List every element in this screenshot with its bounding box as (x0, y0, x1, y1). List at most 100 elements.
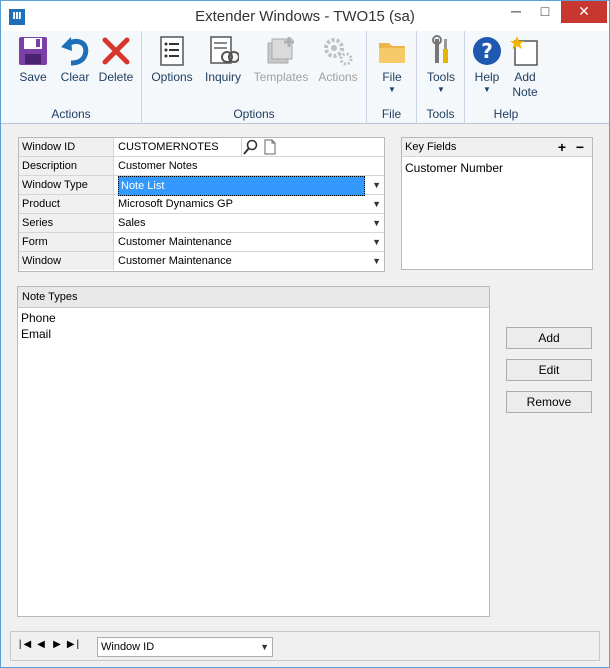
window-type-value: Note List (118, 176, 365, 196)
window-row: Window Customer Maintenance ▼ (19, 252, 384, 271)
window-id-label: Window ID (19, 138, 114, 156)
list-item[interactable]: Phone (18, 310, 489, 326)
navigation-bar: |◀ ◀ ▶ ▶| Window ID ▼ (10, 631, 600, 661)
file-dropdown-arrow-icon: ▼ (388, 85, 396, 94)
gears-icon (324, 38, 353, 66)
help-dropdown-arrow-icon: ▼ (483, 85, 491, 94)
remove-key-field-button[interactable]: − (576, 138, 584, 157)
ribbon-group-file: File ▼ File (367, 31, 417, 124)
product-row: Product Microsoft Dynamics GP ▼ (19, 195, 384, 214)
help-button[interactable]: ? Help ▼ (468, 35, 506, 95)
sort-by-dropdown[interactable]: Window ID ▼ (97, 637, 273, 657)
lookup-button[interactable] (241, 138, 259, 156)
add-key-field-button[interactable]: + (558, 138, 566, 157)
delete-x-icon (102, 37, 130, 65)
ribbon-group-actions-label: Actions (51, 107, 91, 121)
window-note-button[interactable] (262, 139, 278, 155)
window-details-form: Window ID CUSTOMERNOTES Description Cust… (18, 137, 385, 272)
window-type-row: Window Type Note List ▼ (19, 176, 384, 196)
key-fields-header: Key Fields + − (402, 138, 592, 157)
series-dropdown[interactable]: Sales ▼ (115, 214, 384, 232)
delete-button[interactable]: Delete (96, 35, 136, 85)
form-row: Form Customer Maintenance ▼ (19, 233, 384, 252)
help-question-icon: ? (473, 37, 501, 65)
note-types-list: Note Types Phone Email (17, 286, 490, 617)
list-item[interactable]: Email (18, 326, 489, 342)
chevron-down-icon: ▼ (260, 642, 269, 652)
note-types-header: Note Types (18, 287, 489, 308)
add-note-label-note: Note (512, 85, 538, 99)
window-type-dropdown[interactable]: Note List ▼ (115, 176, 384, 196)
next-record-icon[interactable]: ▶ (50, 639, 66, 650)
save-button[interactable]: Save (13, 35, 53, 85)
templates-button[interactable]: Templates (250, 35, 312, 85)
clear-button[interactable]: Clear (56, 35, 94, 85)
undo-arrow-icon (61, 37, 89, 66)
description-row: Description Customer Notes (19, 157, 384, 176)
description-label: Description (19, 157, 114, 175)
inquiry-document-icon (210, 36, 239, 64)
ribbon: Save Clear Delete Actions Options Inquir… (1, 31, 609, 124)
maximize-button[interactable]: □ (531, 1, 559, 23)
previous-record-icon[interactable]: ◀ (34, 639, 50, 650)
templates-icon (267, 37, 294, 64)
title-bar: Ⅲ Extender Windows - TWO15 (sa) ─ □ ✕ (1, 1, 609, 31)
templates-label: Templates (253, 70, 309, 84)
series-row: Series Sales ▼ (19, 214, 384, 233)
tools-button[interactable]: Tools ▼ (421, 35, 461, 95)
delete-label: Delete (98, 70, 134, 84)
add-note-label-add: Add (514, 70, 536, 84)
add-button[interactable]: Add (506, 327, 592, 349)
blank-note-icon (264, 139, 276, 155)
ribbon-group-tools-label: Tools (426, 107, 455, 121)
first-record-icon[interactable]: |◀ (18, 639, 34, 650)
chevron-down-icon: ▼ (372, 218, 381, 228)
window-type-label: Window Type (19, 176, 114, 194)
file-button[interactable]: File ▼ (372, 35, 412, 95)
list-item[interactable]: Customer Number (402, 160, 592, 176)
magnifier-icon (243, 139, 258, 155)
add-note-button[interactable]: Add Note (506, 35, 544, 100)
series-label: Series (19, 214, 114, 232)
product-label: Product (19, 195, 114, 213)
last-record-icon[interactable]: ▶| (66, 639, 82, 650)
minimize-button[interactable]: ─ (501, 1, 531, 23)
form-label: Form (19, 233, 114, 251)
window-value: Customer Maintenance (118, 255, 232, 267)
ribbon-group-tools: Tools ▼ Tools (417, 31, 465, 124)
save-label: Save (19, 70, 47, 84)
window-label: Window (19, 252, 114, 270)
form-dropdown[interactable]: Customer Maintenance ▼ (115, 233, 384, 251)
actions-label: Actions (318, 70, 358, 84)
product-dropdown[interactable]: Microsoft Dynamics GP ▼ (115, 195, 384, 213)
clear-label: Clear (60, 70, 90, 84)
svg-text:?: ? (481, 39, 493, 63)
description-input[interactable]: Customer Notes (115, 157, 384, 175)
edit-button[interactable]: Edit (506, 359, 592, 381)
ribbon-group-actions: Save Clear Delete Actions (1, 31, 142, 124)
help-label: Help (474, 70, 500, 84)
window-id-input[interactable]: CUSTOMERNOTES (115, 138, 239, 156)
folder-icon (379, 43, 405, 63)
inquiry-button[interactable]: Inquiry (200, 35, 246, 85)
chevron-down-icon: ▼ (372, 237, 381, 247)
ribbon-group-file-label: File (381, 107, 402, 121)
options-button[interactable]: Options (148, 35, 196, 85)
extender-windows-window: Ⅲ Extender Windows - TWO15 (sa) ─ □ ✕ Sa… (0, 0, 610, 668)
window-id-row: Window ID CUSTOMERNOTES (19, 138, 384, 157)
file-label: File (382, 70, 402, 84)
product-value: Microsoft Dynamics GP (118, 198, 233, 210)
key-fields-title: Key Fields (405, 141, 457, 153)
chevron-down-icon: ▼ (372, 180, 381, 190)
close-button[interactable]: ✕ (561, 1, 607, 23)
inquiry-label: Inquiry (204, 70, 242, 84)
ribbon-group-options: Options Inquiry Templates Actions Option… (142, 31, 367, 124)
ribbon-group-help-label: Help (493, 107, 519, 121)
remove-button[interactable]: Remove (506, 391, 592, 413)
actions-button[interactable]: Actions (314, 35, 362, 85)
series-value: Sales (118, 217, 146, 229)
ribbon-group-options-label: Options (233, 107, 275, 121)
options-list-icon (160, 36, 184, 66)
floppy-disk-icon (19, 37, 47, 65)
window-dropdown[interactable]: Customer Maintenance ▼ (115, 252, 384, 270)
